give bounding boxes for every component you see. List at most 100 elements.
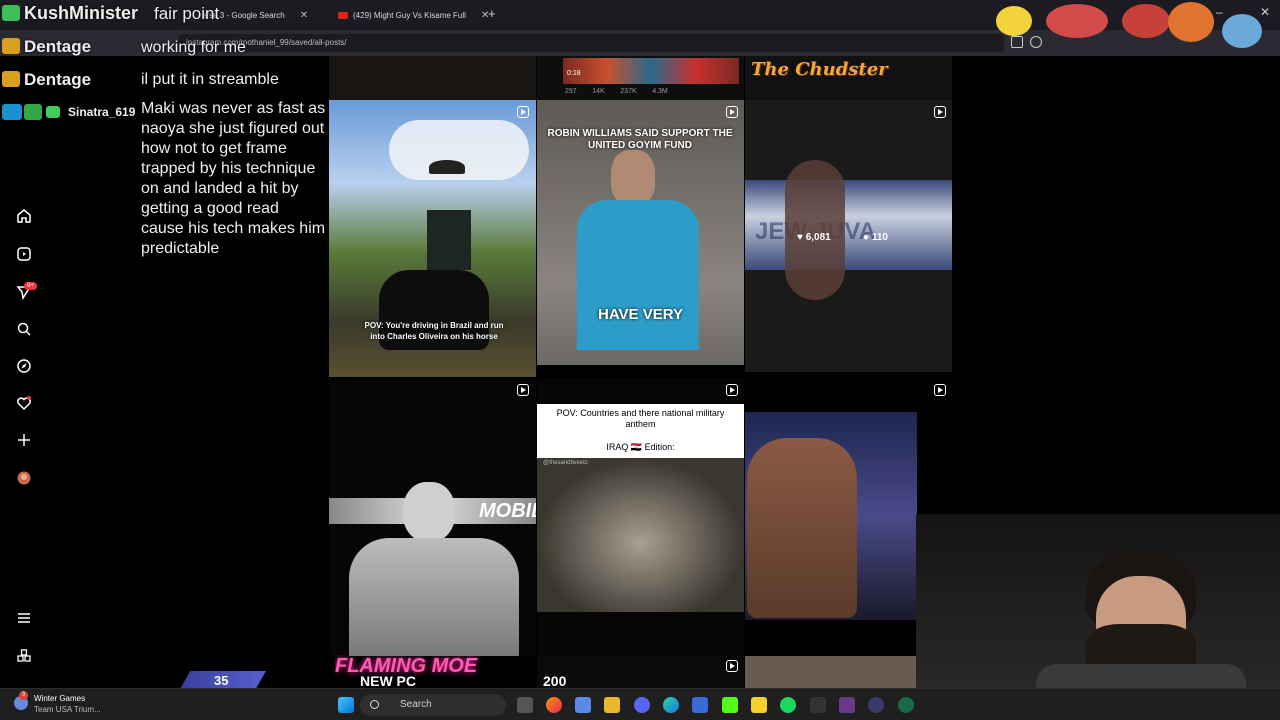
post-top-caption: ROBIN WILLIAMS SAID SUPPORT THE UNITED G… [547,128,733,151]
rug-image [563,58,739,84]
weather-subtitle[interactable]: Team USA Trium... [34,705,101,714]
reel-icon [517,106,529,118]
reel-icon [726,660,738,672]
reel-icon [726,106,738,118]
chat-message: il put it in streamble [141,71,279,88]
download-icon[interactable] [1011,36,1023,48]
fighter-head-image [403,482,455,542]
video-time: 0:18 [567,70,581,77]
streamer-webcam [916,514,1280,688]
post-robin-williams[interactable]: ROBIN WILLIAMS SAID SUPPORT THE UNITED G… [537,100,744,365]
chat-badge-icon [46,106,60,118]
bookmark-star-icon[interactable] [1030,36,1042,48]
chat-username: Sinatra_619 [68,105,136,119]
taskbar-search[interactable]: Search [360,694,506,716]
post-iraq-anthem[interactable]: POV: Countries and there national milita… [537,378,744,656]
search-icon[interactable] [16,321,32,337]
app-icon[interactable] [575,697,591,713]
pokemon-sprite-icon [1122,4,1170,38]
app-icon[interactable] [839,697,855,713]
post-wrestler[interactable]: JEW JUVA ♥ 6,081 ● 110 [745,100,952,372]
post-caption: POV: You're driving in Brazil and run in… [364,321,504,341]
reel-icon [934,106,946,118]
store-icon[interactable] [692,697,708,713]
chat-badge-icon [24,104,42,120]
task-view-icon[interactable] [517,697,533,713]
new-tab-button[interactable]: + [488,6,496,21]
weather-title[interactable]: Winter Games [34,694,85,703]
profile-avatar-icon[interactable] [16,470,32,486]
search-placeholder: Search [400,699,432,710]
post-caption: POV: Countries and there national milita… [556,408,725,429]
person-head-image [611,150,655,206]
reel-icon [726,384,738,396]
file-explorer-icon[interactable] [604,697,620,713]
post-thumbnail[interactable] [745,656,917,688]
pokemon-sprite-icon [1046,4,1108,38]
post-thumbnail[interactable]: The Chudster [745,56,952,100]
comments-count: ● 110 [863,232,888,243]
edge-icon[interactable] [663,697,679,713]
chat-badge-icon [2,71,20,87]
post-thumbnail[interactable] [537,656,744,688]
counter-value: 35 [214,673,229,688]
wrestler-back-image [747,438,857,618]
tab-label: (429) Might Guy Vs Kisame Full [353,10,466,20]
pokemon-sprite-icon [996,6,1032,36]
chudster-logo: The Chudster [751,59,888,80]
tab-youtube[interactable]: (429) Might Guy Vs Kisame Full ✕ [332,4,495,26]
crowd-video-image [537,458,744,612]
cowboy-hat-image [429,160,465,174]
wrestler-image [785,160,845,300]
chat-message: working for me [141,39,246,56]
tweet-stats: 297 14K 237K 4.3M [565,88,668,95]
post-thumbnail[interactable]: 0:18 297 14K 237K 4.3M [537,56,744,100]
chat-username: KushMinister [24,3,139,23]
more-icon[interactable] [16,648,32,664]
post-cowboy[interactable]: POV: You're driving in Brazil and run in… [329,100,536,377]
obs-icon[interactable] [868,697,884,713]
notifications-icon[interactable] [16,395,32,411]
post-thumbnail[interactable] [329,56,536,100]
chat-badge-icon [2,104,22,120]
pokemon-sprite-icon [1222,14,1262,48]
chat-message: Maki was never as fast as naoya she just… [141,100,326,257]
screen: { "browser": { "tabs": [ {"label": "erse… [0,0,1280,720]
firefox-icon[interactable] [546,697,562,713]
chat-message: fair point [154,4,220,23]
pokemon-sprite-icon [1168,2,1214,42]
new-pc-label: NEW PC [360,673,416,689]
chat-badge-icon [2,5,20,21]
menu-icon[interactable] [16,610,32,626]
banner-text: MOBIL [479,500,536,522]
start-menu-icon[interactable] [338,697,354,713]
chat-badge-icon [2,38,20,54]
shirt-image [1036,664,1246,688]
chat-username: Dentage [24,37,92,56]
notes-icon[interactable] [751,697,767,713]
app-icon[interactable] [810,697,826,713]
chat-username: Dentage [24,70,92,89]
post-bottom-caption: HAVE VERY [597,306,684,323]
blue-shirt-image [577,200,699,350]
minimize-button[interactable]: – [1216,5,1223,19]
stream-chat: KushMinister fair point Dentage working … [0,0,330,290]
spotify-icon[interactable] [780,697,796,713]
create-icon[interactable] [16,432,32,448]
post-fighter[interactable]: MOBIL [329,378,536,656]
post-edition: IRAQ 🇮🇶 Edition: [606,442,675,452]
watermark: @thesandtweets [543,460,588,466]
weather-badge: 3 [19,691,28,700]
discord-icon[interactable] [634,697,650,713]
rider-image [427,210,471,270]
close-window-button[interactable]: ✕ [1260,5,1270,19]
explore-icon[interactable] [16,358,32,374]
windows-taskbar: 3 Winter Games Team USA Trium... Search [0,688,1280,720]
youtube-icon [338,11,348,19]
fighter-body-image [349,538,519,656]
kick-icon[interactable] [722,697,738,713]
goal-count: 200 [543,673,567,689]
likes-count: ♥ 6,081 [797,232,831,243]
app-icon[interactable] [898,697,914,713]
search-icon [370,700,379,709]
